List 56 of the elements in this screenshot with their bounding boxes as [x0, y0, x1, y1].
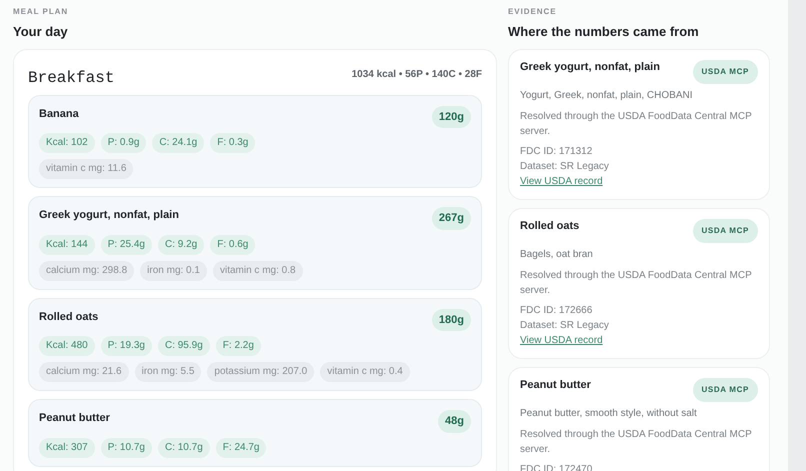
amount-badge: 48g [438, 410, 471, 432]
dataset-label: Dataset: SR Legacy [520, 318, 610, 332]
food-name: Peanut butter [39, 411, 110, 426]
section-title: Where the numbers came from [508, 23, 700, 41]
source-badge: USDA MCP [692, 378, 758, 402]
dataset-label: Dataset: SR Legacy [520, 160, 610, 174]
macro-chip: Kcal: 144 [39, 234, 95, 254]
source-badge: USDA MCP [692, 218, 758, 242]
usda-record-link[interactable]: View USDA record [520, 176, 603, 186]
source-note: Resolved through the USDA FoodData Central MCP server. [520, 268, 753, 298]
macro-chip: C: 9.2g [158, 234, 204, 254]
macro-chip: C: 10.7g [158, 438, 210, 458]
food-name: Banana [39, 106, 79, 122]
fdc-id: FDC ID: 172666 [520, 304, 594, 318]
section-title: Your day [13, 23, 69, 41]
nutrient-chip: calcium mg: 21.6 [39, 362, 129, 382]
source-badge: USDA MCP [692, 60, 758, 84]
food-name: Greek yogurt, nonfat, plain [39, 208, 179, 223]
nutrient-chip: potassium mg: 207.0 [207, 362, 314, 382]
nutrient-chip: calcium mg: 298.8 [39, 260, 134, 280]
macro-chip: F: 2.2g [216, 336, 261, 356]
macro-chip: P: 25.4g [100, 234, 152, 254]
macro-chip: Kcal: 307 [39, 438, 95, 458]
macro-chip: C: 95.9g [158, 336, 210, 356]
nutrient-chip: iron mg: 5.5 [134, 362, 202, 382]
macro-chip: Kcal: 102 [39, 133, 95, 153]
food-name: Greek yogurt, nonfat, plain [520, 60, 660, 74]
meal-summary: 1034 kcal • 56P • 140C • 28F [352, 68, 482, 82]
amount-badge: 180g [432, 308, 471, 331]
nutrient-chip: vitamin c mg: 0.4 [320, 362, 410, 382]
meal-title: Breakfast [28, 68, 114, 88]
macro-chip: F: 0.6g [210, 234, 256, 254]
food-name: Rolled oats [520, 218, 580, 234]
usda-record-link[interactable]: View USDA record [520, 334, 603, 346]
macro-chip: P: 0.9g [100, 133, 146, 153]
matched-food: Yogurt, Greek, nonfat, plain, CHOBANI [520, 88, 694, 102]
food-name: Rolled oats [39, 310, 98, 324]
matched-food: Peanut butter, smooth style, without salt [520, 406, 698, 420]
source-note: Resolved through the USDA FoodData Central MCP server. [520, 428, 753, 456]
food-name: Peanut butter [520, 378, 591, 392]
section-eyebrow: EVIDENCE [508, 6, 558, 18]
macro-chip: F: 24.7g [216, 438, 266, 458]
source-note: Resolved through the USDA FoodData Central MCP server. [520, 110, 753, 138]
macro-chip: C: 24.1g [152, 133, 204, 153]
nutrient-chip: vitamin c mg: 0.8 [212, 260, 303, 280]
macro-chip: P: 10.7g [100, 438, 152, 458]
section-eyebrow: MEAL PLAN [13, 6, 70, 18]
nutrient-chip: iron mg: 0.1 [140, 260, 207, 280]
nutrient-chip: vitamin c mg: 11.6 [39, 159, 134, 179]
amount-badge: 267g [432, 207, 471, 230]
macro-chip: Kcal: 480 [39, 336, 95, 356]
amount-badge: 120g [432, 106, 471, 128]
fdc-id: FDC ID: 171312 [520, 144, 594, 158]
macro-chip: P: 19.3g [100, 336, 152, 356]
macro-chip: F: 0.3g [210, 133, 256, 153]
matched-food: Bagels, oat bran [520, 248, 594, 262]
